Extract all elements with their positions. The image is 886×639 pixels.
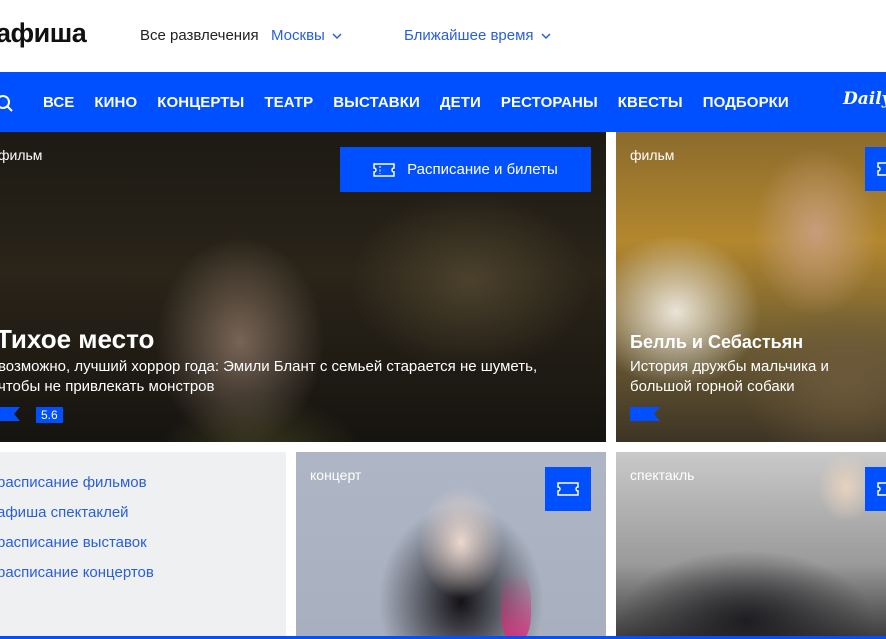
movie-card-belle-sebastian[interactable]: фильм Белль и Себастьян История дружбы м…: [616, 132, 886, 442]
tickets-button[interactable]: [545, 467, 591, 511]
link-movie-schedule[interactable]: расписание фильмов: [0, 474, 147, 491]
schedule-tickets-label: Расписание и билеты: [407, 161, 558, 178]
top-header: афиша Все развлечения Москвы Ближайшее в…: [0, 0, 886, 72]
time-filter-selector[interactable]: Ближайшее время: [404, 27, 552, 44]
link-theatre-listings[interactable]: афиша спектаклей: [0, 504, 129, 521]
link-exhibition-schedule[interactable]: расписание выставок: [0, 534, 147, 551]
site-logo[interactable]: афиша: [0, 18, 87, 49]
play-card[interactable]: спектакль: [616, 452, 886, 639]
card-description: История дружбы мальчика и большой горной…: [630, 358, 829, 395]
nav-item-all[interactable]: ВСЕ: [43, 94, 74, 111]
card-category-tag: спектакль: [630, 467, 695, 483]
card-category-tag: фильм: [0, 147, 43, 163]
time-filter-label: Ближайшее время: [404, 27, 534, 44]
nav-item-concerts[interactable]: КОНЦЕРТЫ: [157, 94, 244, 111]
schedule-tickets-button[interactable]: Расписание и билеты: [340, 147, 591, 192]
featured-title[interactable]: Тихое место: [0, 324, 154, 355]
quick-links-panel: расписание фильмов афиша спектаклей расп…: [0, 452, 286, 639]
card-category-tag: фильм: [630, 147, 675, 163]
card-image-detail: [501, 572, 531, 639]
bookmark-flag-icon: [0, 407, 20, 421]
ticket-icon: [373, 162, 395, 177]
main-nav: ВСЕ КИНО КОНЦЕРТЫ ТЕАТР ВЫСТАВКИ ДЕТИ РЕ…: [0, 72, 886, 132]
daily-link[interactable]: Daily: [843, 89, 886, 109]
featured-description: возможно, лучший хоррор года: Эмили Блан…: [0, 358, 538, 395]
ticket-icon: [557, 482, 579, 496]
city-selector[interactable]: Москвы: [271, 27, 343, 44]
nav-menu: ВСЕ КИНО КОНЦЕРТЫ ТЕАТР ВЫСТАВКИ ДЕТИ РЕ…: [43, 72, 809, 132]
chevron-down-icon: [541, 32, 551, 39]
nav-item-cinema[interactable]: КИНО: [94, 94, 137, 111]
entertainment-label: Все развлечения: [140, 27, 259, 44]
city-label: Москвы: [271, 27, 325, 44]
tickets-button[interactable]: [865, 147, 886, 191]
nav-item-quests[interactable]: КВЕСТЫ: [618, 94, 683, 111]
bookmark-flag-icon: [630, 407, 660, 421]
nav-item-kids[interactable]: ДЕТИ: [440, 94, 481, 111]
nav-item-collections[interactable]: ПОДБОРКИ: [703, 94, 789, 111]
card-category-tag: концерт: [310, 467, 362, 483]
card-title[interactable]: Белль и Себастьян: [630, 332, 803, 353]
concert-card[interactable]: концерт: [296, 452, 606, 639]
ticket-icon: [877, 162, 886, 176]
tickets-button[interactable]: [865, 467, 886, 511]
ticket-icon: [877, 482, 886, 496]
nav-item-theatre[interactable]: ТЕАТР: [264, 94, 313, 111]
featured-movie-card[interactable]: фильм Расписание и билеты Тихое место во…: [0, 132, 606, 442]
link-concert-schedule[interactable]: расписание концертов: [0, 564, 154, 581]
nav-item-restaurants[interactable]: РЕСТОРАНЫ: [501, 94, 598, 111]
nav-item-exhibitions[interactable]: ВЫСТАВКИ: [333, 94, 420, 111]
rating-badge: 5.6: [36, 407, 63, 423]
search-icon[interactable]: [0, 93, 14, 113]
chevron-down-icon: [332, 32, 342, 39]
